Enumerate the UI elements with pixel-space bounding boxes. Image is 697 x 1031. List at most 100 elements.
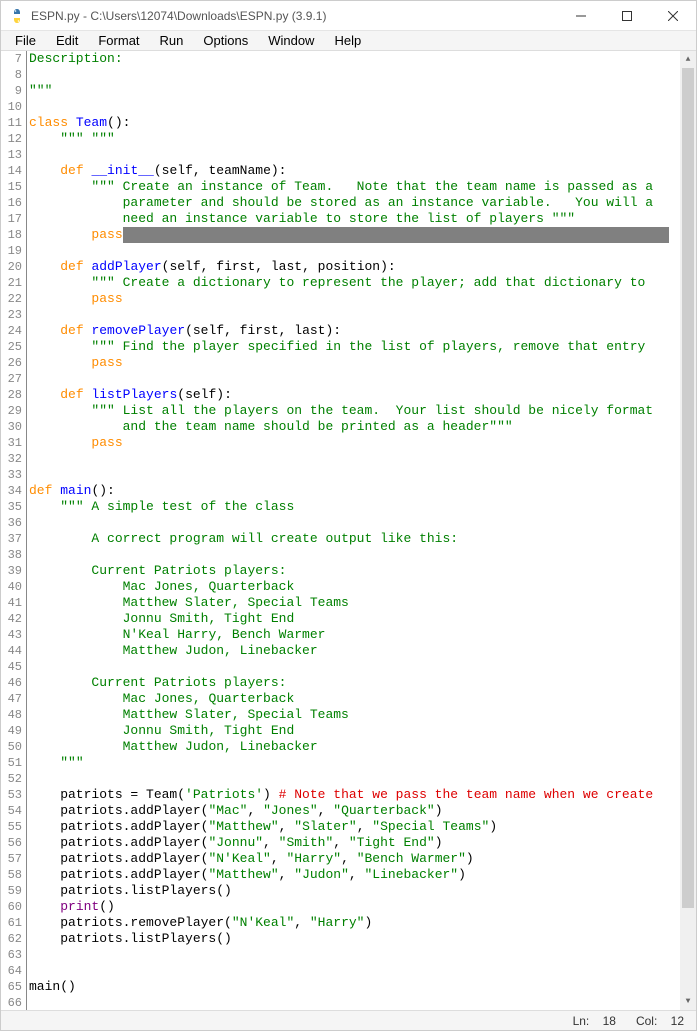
menu-edit[interactable]: Edit bbox=[46, 31, 88, 50]
code-line[interactable]: Description: bbox=[29, 51, 696, 67]
status-ln: Ln: 18 bbox=[563, 1014, 616, 1028]
code-line[interactable]: patriots.listPlayers() bbox=[29, 883, 696, 899]
code-line[interactable]: Matthew Judon, Linebacker bbox=[29, 739, 696, 755]
code-line[interactable]: """ Find the player specified in the lis… bbox=[29, 339, 696, 355]
status-col: Col: 12 bbox=[626, 1014, 684, 1028]
code-line[interactable]: def __init__(self, teamName): bbox=[29, 163, 696, 179]
line-number: 35 bbox=[1, 499, 22, 515]
scroll-thumb[interactable] bbox=[682, 68, 694, 908]
code-line[interactable] bbox=[29, 947, 696, 963]
menu-options[interactable]: Options bbox=[193, 31, 258, 50]
code-line[interactable]: Matthew Judon, Linebacker bbox=[29, 643, 696, 659]
line-number: 43 bbox=[1, 627, 22, 643]
line-number: 45 bbox=[1, 659, 22, 675]
code-line[interactable] bbox=[29, 467, 696, 483]
code-line[interactable] bbox=[29, 659, 696, 675]
code-line[interactable]: pass bbox=[29, 227, 696, 243]
code-line[interactable]: patriots.addPlayer("N'Keal", "Harry", "B… bbox=[29, 851, 696, 867]
line-number: 33 bbox=[1, 467, 22, 483]
code-line[interactable]: def addPlayer(self, first, last, positio… bbox=[29, 259, 696, 275]
code-line[interactable] bbox=[29, 963, 696, 979]
code-text-area[interactable]: Description: """ class Team(): """ """ d… bbox=[27, 51, 696, 1010]
code-line[interactable]: """ """ bbox=[29, 131, 696, 147]
code-line[interactable]: Current Patriots players: bbox=[29, 675, 696, 691]
line-number: 30 bbox=[1, 419, 22, 435]
line-number-gutter: 7891011121314151617181920212223242526272… bbox=[1, 51, 27, 1010]
line-number: 17 bbox=[1, 211, 22, 227]
code-line[interactable]: patriots.addPlayer("Matthew", "Slater", … bbox=[29, 819, 696, 835]
line-number: 20 bbox=[1, 259, 22, 275]
maximize-button[interactable] bbox=[604, 1, 650, 31]
code-line[interactable]: main() bbox=[29, 979, 696, 995]
code-line[interactable]: print() bbox=[29, 899, 696, 915]
code-line[interactable]: Mac Jones, Quarterback bbox=[29, 691, 696, 707]
code-line[interactable] bbox=[29, 243, 696, 259]
line-number: 59 bbox=[1, 883, 22, 899]
code-line[interactable]: Mac Jones, Quarterback bbox=[29, 579, 696, 595]
code-line[interactable]: N'Keal Harry, Bench Warmer bbox=[29, 627, 696, 643]
line-number: 55 bbox=[1, 819, 22, 835]
scroll-up-arrow[interactable]: ▲ bbox=[680, 51, 696, 68]
code-line[interactable]: patriots = Team('Patriots') # Note that … bbox=[29, 787, 696, 803]
vertical-scrollbar[interactable]: ▲ ▼ bbox=[680, 51, 696, 1010]
editor-area[interactable]: 7891011121314151617181920212223242526272… bbox=[1, 51, 696, 1010]
menu-help[interactable]: Help bbox=[324, 31, 371, 50]
line-number: 37 bbox=[1, 531, 22, 547]
code-line[interactable] bbox=[29, 99, 696, 115]
minimize-button[interactable] bbox=[558, 1, 604, 31]
code-line[interactable]: pass bbox=[29, 291, 696, 307]
code-line[interactable] bbox=[29, 995, 696, 1010]
line-number: 51 bbox=[1, 755, 22, 771]
line-number: 57 bbox=[1, 851, 22, 867]
menu-run[interactable]: Run bbox=[150, 31, 194, 50]
code-line[interactable]: A correct program will create output lik… bbox=[29, 531, 696, 547]
window-title: ESPN.py - C:\Users\12074\Downloads\ESPN.… bbox=[31, 9, 558, 23]
code-line[interactable] bbox=[29, 451, 696, 467]
line-number: 49 bbox=[1, 723, 22, 739]
code-line[interactable]: Matthew Slater, Special Teams bbox=[29, 595, 696, 611]
code-line[interactable]: and the team name should be printed as a… bbox=[29, 419, 696, 435]
line-number: 16 bbox=[1, 195, 22, 211]
code-line[interactable]: class Team(): bbox=[29, 115, 696, 131]
code-line[interactable]: patriots.addPlayer("Mac", "Jones", "Quar… bbox=[29, 803, 696, 819]
code-line[interactable]: parameter and should be stored as an ins… bbox=[29, 195, 696, 211]
code-line[interactable]: Current Patriots players: bbox=[29, 563, 696, 579]
code-line[interactable]: """ bbox=[29, 83, 696, 99]
code-line[interactable] bbox=[29, 147, 696, 163]
code-line[interactable]: patriots.addPlayer("Matthew", "Judon", "… bbox=[29, 867, 696, 883]
code-line[interactable]: def listPlayers(self): bbox=[29, 387, 696, 403]
scroll-down-arrow[interactable]: ▼ bbox=[680, 993, 696, 1010]
line-number: 11 bbox=[1, 115, 22, 131]
line-number: 32 bbox=[1, 451, 22, 467]
menu-format[interactable]: Format bbox=[88, 31, 149, 50]
code-line[interactable]: def removePlayer(self, first, last): bbox=[29, 323, 696, 339]
code-line[interactable]: pass bbox=[29, 435, 696, 451]
code-line[interactable]: """ List all the players on the team. Yo… bbox=[29, 403, 696, 419]
code-line[interactable]: patriots.listPlayers() bbox=[29, 931, 696, 947]
code-line[interactable]: Matthew Slater, Special Teams bbox=[29, 707, 696, 723]
code-line[interactable] bbox=[29, 771, 696, 787]
code-line[interactable]: """ Create an instance of Team. Note tha… bbox=[29, 179, 696, 195]
menu-file[interactable]: File bbox=[5, 31, 46, 50]
code-line[interactable]: def main(): bbox=[29, 483, 696, 499]
code-line[interactable] bbox=[29, 307, 696, 323]
line-number: 14 bbox=[1, 163, 22, 179]
code-line[interactable]: """ A simple test of the class bbox=[29, 499, 696, 515]
code-line[interactable]: pass bbox=[29, 355, 696, 371]
line-number: 61 bbox=[1, 915, 22, 931]
code-line[interactable] bbox=[29, 371, 696, 387]
close-button[interactable] bbox=[650, 1, 696, 31]
code-line[interactable]: """ bbox=[29, 755, 696, 771]
line-number: 28 bbox=[1, 387, 22, 403]
menu-window[interactable]: Window bbox=[258, 31, 324, 50]
code-line[interactable]: Jonnu Smith, Tight End bbox=[29, 723, 696, 739]
code-line[interactable]: patriots.addPlayer("Jonnu", "Smith", "Ti… bbox=[29, 835, 696, 851]
code-line[interactable] bbox=[29, 67, 696, 83]
code-line[interactable] bbox=[29, 547, 696, 563]
code-line[interactable] bbox=[29, 515, 696, 531]
code-line[interactable]: """ Create a dictionary to represent the… bbox=[29, 275, 696, 291]
code-line[interactable]: patriots.removePlayer("N'Keal", "Harry") bbox=[29, 915, 696, 931]
code-line[interactable]: Jonnu Smith, Tight End bbox=[29, 611, 696, 627]
code-line[interactable]: need an instance variable to store the l… bbox=[29, 211, 696, 227]
line-number: 8 bbox=[1, 67, 22, 83]
